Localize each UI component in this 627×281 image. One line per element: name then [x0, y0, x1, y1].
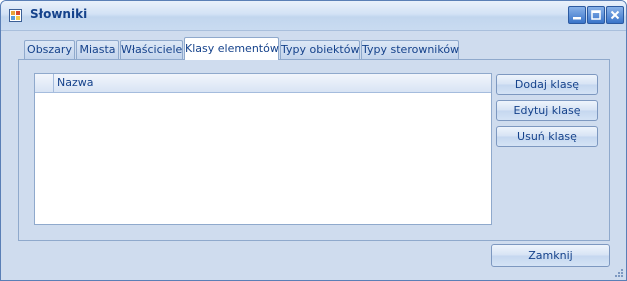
- close-dialog-button[interactable]: Zamknij: [491, 244, 610, 267]
- tab-miasta[interactable]: Miasta: [76, 40, 119, 59]
- remove-class-button[interactable]: Usuń klasę: [496, 126, 598, 147]
- row-header-corner[interactable]: [35, 74, 54, 92]
- window-content: Obszary Miasta Właściciele Klasy element…: [1, 31, 626, 280]
- grid-header: Nazwa: [35, 74, 491, 93]
- maximize-button[interactable]: [587, 6, 605, 24]
- tab-wlasciciele[interactable]: Właściciele: [120, 40, 183, 59]
- tab-typy-obiektow[interactable]: Typy obiektów: [280, 40, 360, 59]
- tab-typy-sterownikow[interactable]: Typy sterowników: [361, 40, 459, 59]
- tab-obszary[interactable]: Obszary: [24, 40, 75, 59]
- title-bar[interactable]: Słowniki: [1, 1, 626, 31]
- add-class-button[interactable]: Dodaj klasę: [496, 74, 598, 95]
- column-header-nazwa[interactable]: Nazwa: [55, 74, 491, 92]
- minimize-icon: [573, 17, 581, 20]
- tab-panel: Nazwa Dodaj klasę Edytuj klasę Usuń klas…: [18, 59, 610, 241]
- maximize-icon: [591, 10, 601, 20]
- minimize-button[interactable]: [568, 6, 586, 24]
- close-icon: [610, 10, 620, 20]
- resize-grip-icon[interactable]: [614, 268, 624, 278]
- tab-klasy-elementow[interactable]: Klasy elementów: [184, 37, 279, 60]
- dictionaries-window: Słowniki Obszary Miasta Właściciele Klas…: [0, 0, 627, 281]
- app-window-icon: [9, 9, 22, 22]
- close-button[interactable]: [606, 6, 624, 24]
- classes-grid[interactable]: Nazwa: [34, 73, 492, 225]
- edit-class-button[interactable]: Edytuj klasę: [496, 100, 598, 121]
- window-title: Słowniki: [30, 7, 88, 21]
